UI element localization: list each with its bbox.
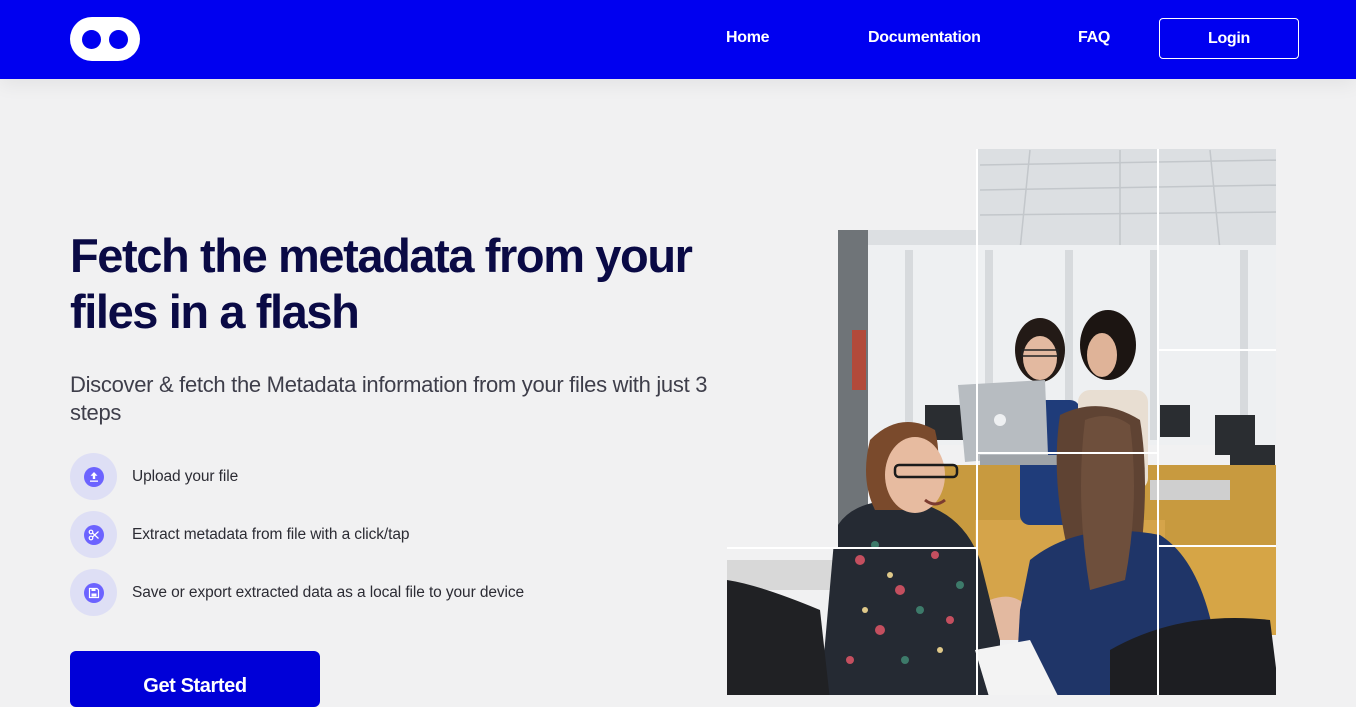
collage-tiles [727, 149, 1276, 695]
office-team-photo-collage [0, 0, 1356, 695]
